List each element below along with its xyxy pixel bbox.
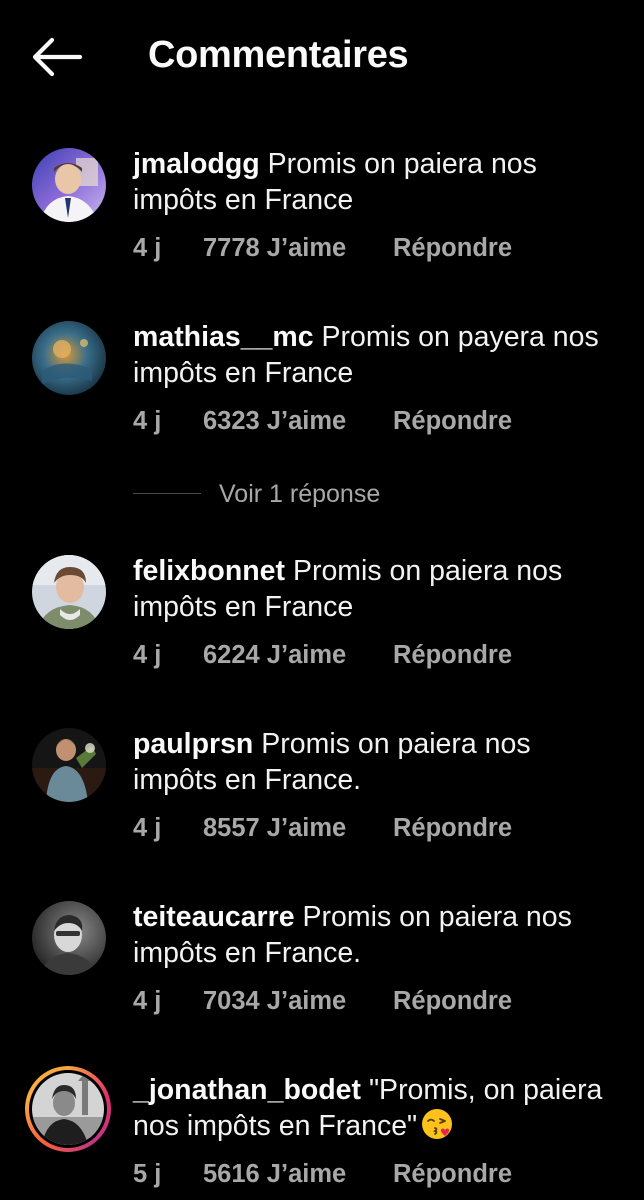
avatar[interactable]: [32, 901, 106, 975]
comment-body: mathias__mc Promis on payera nos impôts …: [133, 319, 633, 391]
profile-photo-icon: [32, 555, 106, 629]
reply-button[interactable]: Répondre: [393, 812, 512, 844]
view-replies-label: Voir 1 réponse: [219, 480, 381, 508]
comment-text: Promis on payera nos: [321, 321, 599, 353]
comment-username[interactable]: felixbonnet: [133, 555, 285, 587]
comment-username[interactable]: paulprsn: [133, 728, 253, 760]
comment-text-line2: impôts en France.: [133, 937, 362, 969]
comment-meta: 4 j 6224 J’aime Répondre: [133, 639, 512, 671]
like-count[interactable]: 5616 J’aime: [203, 1158, 393, 1190]
comment-meta: 4 j 8557 J’aime Répondre: [133, 812, 512, 844]
reply-button[interactable]: Répondre: [393, 232, 512, 264]
comment-text: "Promis, on paiera: [368, 1074, 603, 1106]
comment-body: jmalodgg Promis on paiera nos impôts en …: [133, 146, 633, 218]
comment-text: Promis on paiera nos: [302, 901, 572, 933]
profile-photo-icon: [32, 1073, 104, 1145]
like-count[interactable]: 8557 J’aime: [203, 812, 393, 844]
profile-photo-icon: [32, 728, 106, 802]
comment-meta: 4 j 6323 J’aime Répondre: [133, 405, 512, 437]
avatar[interactable]: [32, 148, 106, 222]
comment-body: _jonathan_bodet "Promis, on paiera nos i…: [133, 1072, 633, 1144]
page-title: Commentaires: [148, 34, 409, 76]
comment-text: Promis on paiera nos: [292, 555, 563, 587]
comment-body: felixbonnet Promis on paiera nos impôts …: [133, 553, 633, 625]
story-ring[interactable]: [25, 1066, 111, 1152]
comment-username[interactable]: jmalodgg: [133, 148, 260, 180]
avatar: [32, 1073, 104, 1145]
comment-username[interactable]: _jonathan_bodet: [133, 1074, 361, 1106]
like-count[interactable]: 6323 J’aime: [203, 405, 393, 437]
comment-age: 4 j: [133, 641, 162, 669]
reply-button[interactable]: Répondre: [393, 1158, 512, 1190]
avatar[interactable]: [32, 728, 106, 802]
comment-age: 4 j: [133, 814, 162, 842]
arrow-left-icon: [32, 37, 83, 77]
comment-body: teiteaucarre Promis on paiera nos impôts…: [133, 899, 633, 971]
comment-age: 5 j: [133, 1160, 162, 1188]
comment-username[interactable]: teiteaucarre: [133, 901, 295, 933]
top-bar: Commentaires: [0, 0, 644, 112]
comment-text-line2: impôts en France: [133, 591, 354, 623]
comment-meta: 5 j 5616 J’aime Répondre: [133, 1158, 512, 1190]
comment-text-line2: impôts en France: [133, 357, 354, 389]
avatar[interactable]: [32, 555, 106, 629]
comment-username[interactable]: mathias__mc: [133, 321, 314, 353]
reply-button[interactable]: Répondre: [393, 405, 512, 437]
profile-photo-icon: [32, 148, 106, 222]
comment-text-line2: nos impôts en France": [133, 1110, 418, 1142]
replies-divider-line: [133, 493, 201, 494]
comment-age: 4 j: [133, 987, 162, 1015]
comment-age: 4 j: [133, 407, 162, 435]
like-count[interactable]: 7778 J’aime: [203, 232, 393, 264]
comment-meta: 4 j 7034 J’aime Répondre: [133, 985, 512, 1017]
profile-photo-icon: [32, 321, 106, 395]
comment-text: Promis on paiera nos: [261, 728, 531, 760]
comment-text-line2: impôts en France.: [133, 764, 362, 796]
comment-age: 4 j: [133, 234, 162, 262]
profile-photo-icon: [32, 901, 106, 975]
avatar[interactable]: [32, 321, 106, 395]
comment-body: paulprsn Promis on paiera nos impôts en …: [133, 726, 633, 798]
reply-button[interactable]: Répondre: [393, 985, 512, 1017]
back-button[interactable]: [30, 34, 84, 80]
comment-text: Promis on paiera nos: [267, 148, 537, 180]
kissing-face-emoji-icon: [421, 1108, 453, 1140]
like-count[interactable]: 6224 J’aime: [203, 639, 393, 671]
like-count[interactable]: 7034 J’aime: [203, 985, 393, 1017]
comment-text-line2: impôts en France: [133, 184, 354, 216]
reply-button[interactable]: Répondre: [393, 639, 512, 671]
comment-meta: 4 j 7778 J’aime Répondre: [133, 232, 512, 264]
